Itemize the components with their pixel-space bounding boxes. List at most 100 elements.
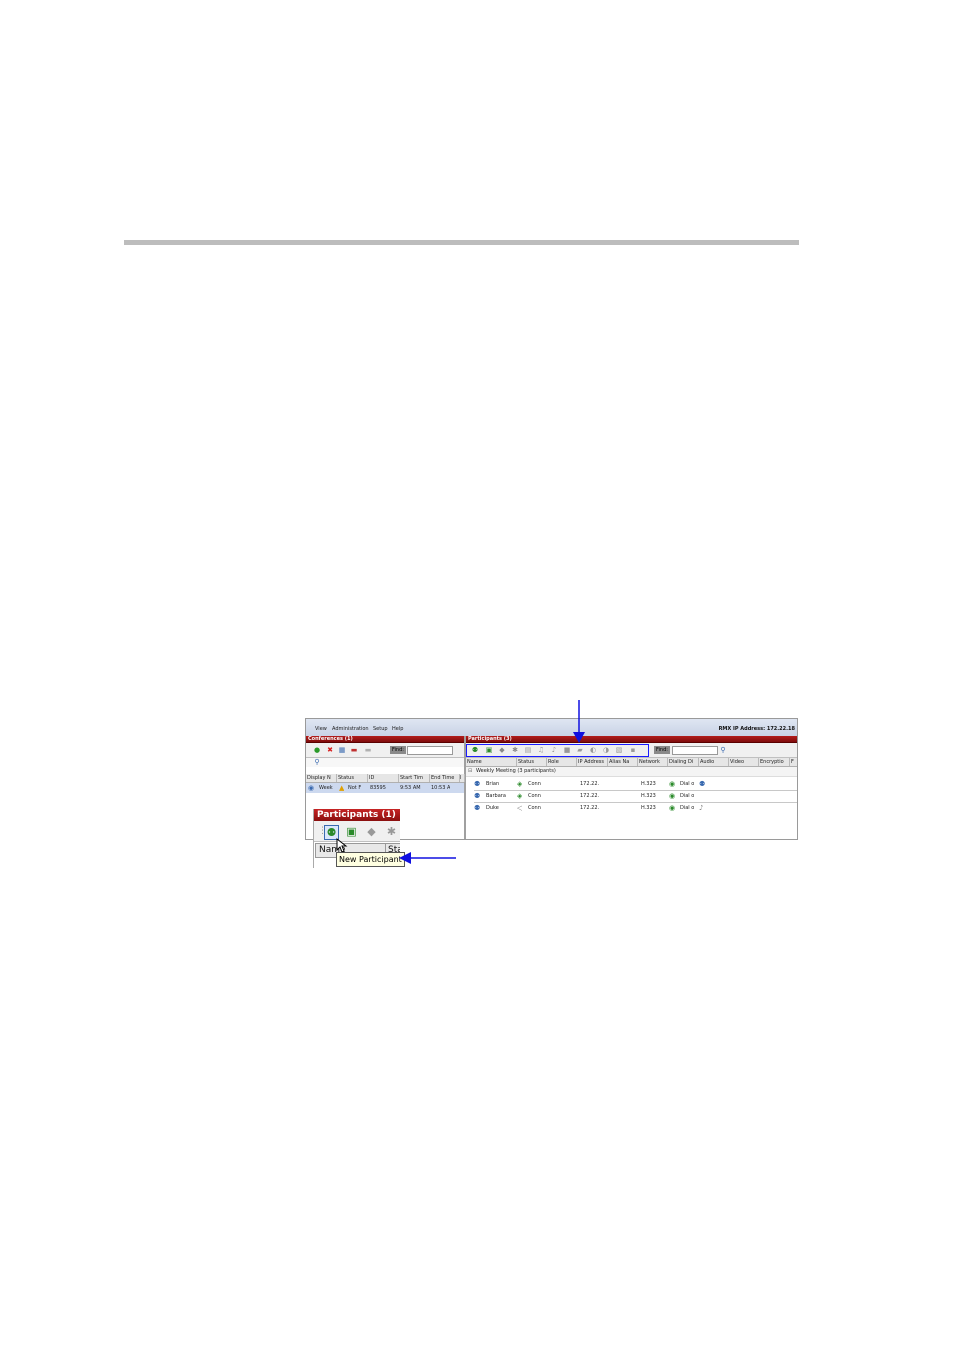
conference-id: 83595 [370,785,386,791]
microphone-icon[interactable]: ♪ [550,746,558,754]
conferences-search-row: ⚲ [306,758,464,767]
speaker-icon[interactable]: ◐ [589,746,597,754]
conference-group-row[interactable]: ⊟ Weekly Meeting (3 participants) [466,767,797,777]
dim-icon[interactable]: ▬ [364,746,372,754]
new-participant-callout-arrow [399,852,456,864]
volume-icon[interactable]: ◑ [602,746,610,754]
col-status[interactable]: Status [337,774,368,782]
col-status[interactable]: Status [517,758,547,766]
col-dialing-direction[interactable]: Dialing Di [668,758,699,766]
video-icon[interactable]: ■ [563,746,571,754]
suspend-video-icon[interactable]: ▰ [576,746,584,754]
dial-out-icon: ◉ [669,804,676,812]
col-end-time[interactable]: End Time [430,774,460,782]
participant-name: Barbara [486,793,506,799]
conferences-toolbar: ● ✖ ▦ ▬ ▬ Find: [306,743,464,758]
col-display-name[interactable]: Display N [306,774,337,782]
participant-status: Conn [528,781,541,787]
layout-icon[interactable]: ▪ [629,746,637,754]
participant-ip: 172.22. [580,805,600,811]
dial-out-icon: ◉ [669,792,676,800]
participant-dialing: Dial o [680,781,695,787]
audio-only-icon: ◁ [517,804,523,812]
new-participant-tooltip: New Participant [336,852,405,867]
participant-name: Brian [486,781,500,787]
participants-header: Name Status Role IP Address Alias Na Net… [466,758,797,767]
participants-find-label: Find: [654,746,670,754]
conference-start: 9:53 AM [400,785,421,791]
conference-name: Week [319,785,333,791]
col-more[interactable]: I [459,774,465,782]
participant-icon: ⚉ [474,780,481,788]
participant-network: H.323 [641,805,656,811]
participant-ip: 172.22. [580,781,600,787]
disconnect-icon[interactable]: ✱ [511,746,519,754]
warning-icon: ▲ [339,784,345,792]
participant-network: H.323 [641,793,656,799]
conferences-find-input[interactable] [407,746,453,755]
conference-status: Not F [348,785,362,791]
col-alias-name[interactable]: Alias Na [608,758,638,766]
col-id[interactable]: ID [368,774,399,782]
participant-name: Duke [486,805,499,811]
col-video[interactable]: Video [729,758,759,766]
collapse-icon[interactable]: ⊟ [468,767,472,776]
search-icon[interactable]: ⚲ [313,758,321,766]
table-row[interactable]: ⚉ Barbara ◈ Conn 172.22. H.323 ◉ Dial o [466,791,797,801]
conference-end: 10:53 A [431,785,451,791]
col-name[interactable]: Name [466,758,517,766]
lock-icon[interactable]: ▬ [350,746,358,754]
participant-status: Conn [528,793,541,799]
participants-search-icon[interactable]: ⚲ [719,746,727,754]
conferences-find-label: Find: [390,746,406,754]
add-from-address-book-icon[interactable]: ▣ [485,746,493,754]
col-start-time[interactable]: Start Tim [399,774,430,782]
microphone-icon: ♪ [699,804,704,812]
participant-dialing: Dial o [680,805,695,811]
mute-audio-icon[interactable]: ♫ [537,746,545,754]
connect-icon[interactable]: ◆ [365,825,378,838]
conference-row[interactable]: ◉ Week ▲ Not F 83595 9:53 AM 10:53 A [306,783,464,793]
col-role[interactable]: Role [547,758,577,766]
conferences-header: Display N Status ID Start Tim End Time I [306,774,465,783]
delete-participant-icon[interactable]: ▤ [524,746,532,754]
participant-network: H.323 [641,781,656,787]
participants-find-input[interactable] [672,746,718,755]
participant-icon: ⚉ [474,804,481,812]
header-rule [124,240,799,245]
participant-icon: ⚉ [474,792,481,800]
participants-toolbar: ⚉ ▣ ◆ ✱ ▤ ♫ ♪ ■ ▰ ◐ ◑ ▧ ▪ Find: ⚲ [466,743,797,758]
menu-view[interactable]: View [315,726,327,732]
col-network[interactable]: Network [638,758,668,766]
menu-setup[interactable]: Setup [373,726,388,732]
participant-status: Conn [528,805,541,811]
table-row[interactable]: ⚉ Brian ◈ Conn 172.22. H.323 ◉ Dial o ⚉ [466,779,797,789]
table-row[interactable]: ⚉ Duke ◁ Conn 172.22. H.323 ◉ Dial o ♪ [466,803,797,813]
group-label: Weekly Meeting (3 participants) [476,768,556,774]
connected-icon: ◈ [517,792,523,800]
participants-pane: Participants (3) ⚉ ▣ ◆ ✱ ▤ ♫ ♪ ■ ▰ ◐ ◑ ▧… [466,736,797,839]
connect-icon[interactable]: ◆ [498,746,506,754]
dial-out-icon: ◉ [669,780,676,788]
col-ip-address[interactable]: IP Address [577,758,608,766]
col-f[interactable]: F [790,758,797,766]
add-from-address-book-icon[interactable]: ▣ [345,825,358,838]
new-participant-icon[interactable]: ⚉ [471,746,479,754]
conferences-title: Conferences (1) [306,736,464,743]
properties-icon[interactable]: ▧ [615,746,623,754]
delete-conference-icon[interactable]: ✖ [326,746,334,754]
col-encryption[interactable]: Encryptio [759,758,790,766]
participants-title: Participants (3) [466,736,797,743]
zoom-participants-toolbar: ⋮ ⚉ ▣ ◆ ✱ [314,821,400,842]
col-audio[interactable]: Audio [699,758,729,766]
menu-administration[interactable]: Administration [332,726,369,732]
audio-icon: ⚉ [699,780,706,788]
disconnect-icon[interactable]: ✱ [385,825,398,838]
conference-icon: ◉ [308,784,315,792]
new-conference-icon[interactable]: ● [313,746,321,754]
rmx-ip-address: RMX IP Address: 172.22.18 [718,726,795,732]
menu-help[interactable]: Help [392,726,403,732]
toolbar-callout-arrow [573,700,585,743]
save-template-icon[interactable]: ▦ [338,746,346,754]
zoom-participants-title: Participants (1) [314,809,400,821]
